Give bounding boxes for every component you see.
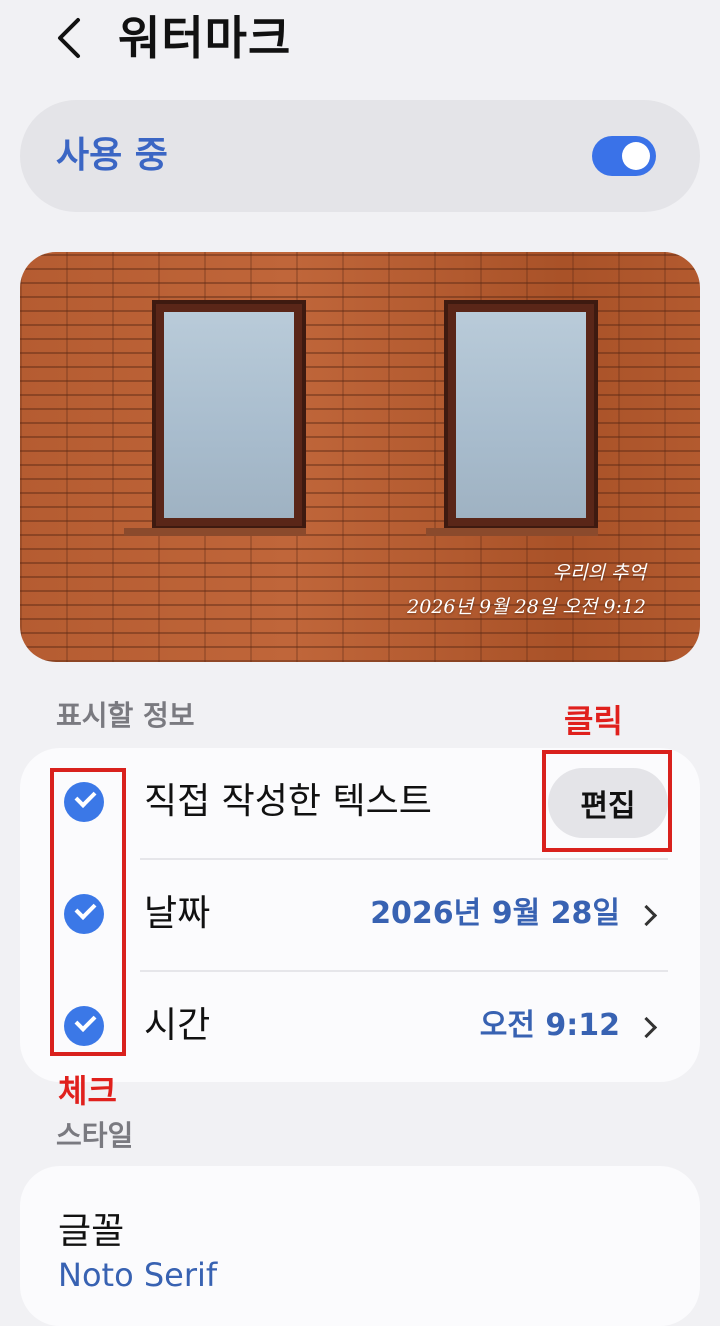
check-annotation-label: 체크 <box>58 1072 117 1110</box>
style-card[interactable]: 글꼴 Noto Serif <box>20 1166 700 1326</box>
toggle-label: 사용 중 <box>56 135 168 176</box>
chevron-right-icon <box>635 904 658 927</box>
custom-text-label: 직접 작성한 텍스트 <box>144 781 432 822</box>
left-window <box>152 300 306 530</box>
click-annotation-box <box>542 750 672 852</box>
left-window-glass <box>164 312 294 518</box>
page-title: 워터마크 <box>118 11 292 65</box>
watermark-preview-image: 우리의 추억 2026년 9월 28일 오전 9:12 <box>20 252 700 662</box>
font-value: Noto Serif <box>58 1256 218 1294</box>
chevron-right-icon <box>635 1016 658 1039</box>
date-value: 2026년 9월 28일 <box>370 896 620 931</box>
watermark-toggle-card[interactable]: 사용 중 <box>20 100 700 212</box>
watermark-datetime-text: 2026년 9월 28일 오전 9:12 <box>407 596 646 618</box>
font-label: 글꼴 <box>58 1211 125 1252</box>
watermark-custom-text: 우리의 추억 <box>552 562 646 584</box>
check-annotation-box <box>50 768 126 1056</box>
watermark-switch[interactable] <box>592 136 656 176</box>
right-window <box>444 300 598 530</box>
info-section-title: 표시할 정보 <box>56 699 195 732</box>
time-label: 시간 <box>144 1005 211 1046</box>
switch-knob <box>622 142 650 170</box>
right-window-glass <box>456 312 586 518</box>
time-value: 오전 9:12 <box>479 1008 620 1043</box>
app-header: 워터마크 <box>0 0 720 80</box>
left-window-sill <box>124 528 306 536</box>
right-window-sill <box>426 528 598 536</box>
style-section-title: 스타일 <box>56 1119 134 1152</box>
back-arrow-icon[interactable] <box>52 16 88 60</box>
click-annotation-label: 클릭 <box>564 702 623 740</box>
date-label: 날짜 <box>144 893 211 934</box>
